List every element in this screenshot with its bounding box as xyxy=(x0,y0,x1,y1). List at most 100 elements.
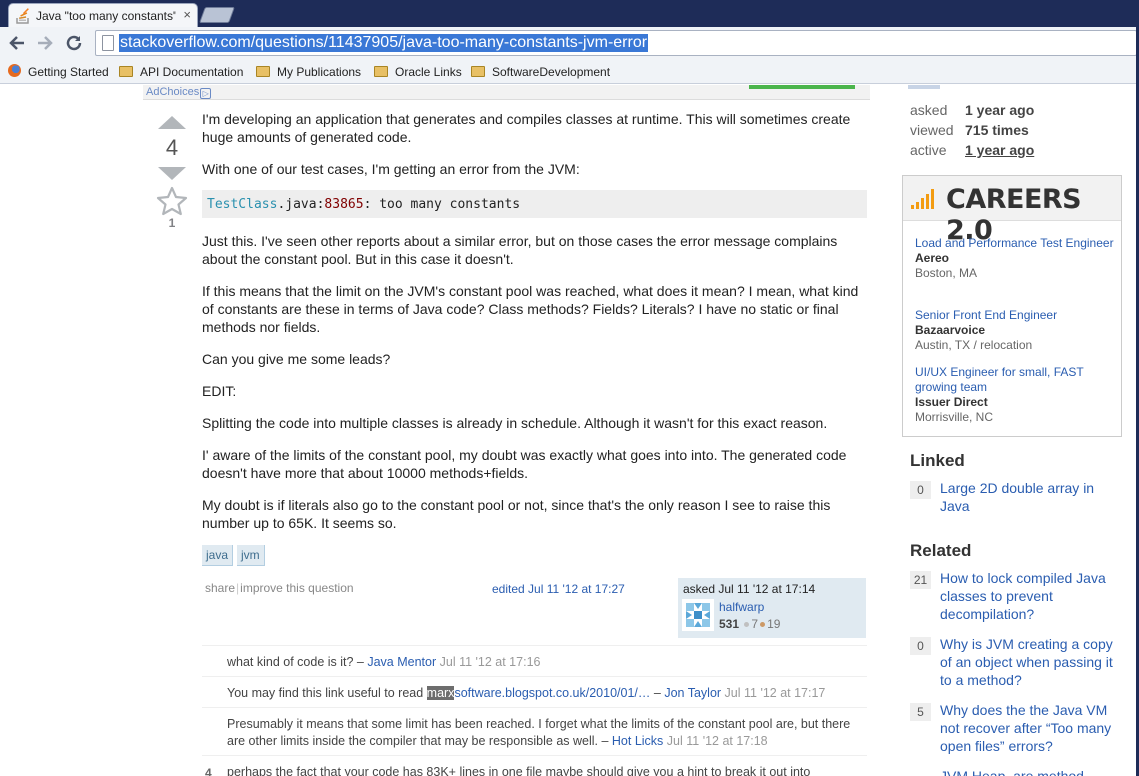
question-score: 0 xyxy=(910,637,931,655)
comment-date[interactable]: Jul 11 '12 at 17:17 xyxy=(725,686,826,700)
bookmark-label: Oracle Links xyxy=(395,65,462,79)
comment-date[interactable]: Jul 11 '12 at 17:18 xyxy=(667,734,768,748)
bookmark-my-publications[interactable]: My Publications xyxy=(256,63,361,81)
edited-link[interactable]: edited Jul 11 '12 at 17:27 xyxy=(492,582,625,596)
comment: Presumably it means that some limit has … xyxy=(202,707,867,755)
job-company: Bazaarvoice xyxy=(915,323,986,337)
comments-list: what kind of code is it? – Java Mentor J… xyxy=(202,645,867,776)
tab-title: Java "too many constants" xyxy=(36,9,176,23)
job-listing[interactable]: Senior Front End Engineer Bazaarvoice Au… xyxy=(915,308,1057,353)
asked-date: asked Jul 11 '12 at 17:14 xyxy=(683,582,816,596)
linked-heading: Linked xyxy=(910,451,965,470)
code-text: .java: xyxy=(277,197,325,212)
careers-header[interactable]: CAREERS 2.0 xyxy=(903,176,1121,246)
code-type: TestClass xyxy=(207,197,278,212)
reputation-score: 531 xyxy=(719,617,740,631)
folder-icon xyxy=(374,66,388,77)
favorite-star-icon[interactable] xyxy=(156,186,188,216)
bookmark-label: SoftwareDevelopment xyxy=(492,65,611,79)
job-listing[interactable]: Load and Performance Test Engineer Aereo… xyxy=(915,236,1114,281)
bookmark-label: My Publications xyxy=(277,65,362,79)
code-text: : too many constants xyxy=(363,197,521,212)
back-arrow-icon[interactable] xyxy=(6,31,28,55)
browser-tab[interactable]: Java "too many constants" × xyxy=(8,3,198,27)
silver-badge-icon xyxy=(744,622,750,627)
bookmark-api-documentation[interactable]: API Documentation xyxy=(119,63,243,81)
stat-value: 1 year ago xyxy=(965,102,1035,118)
job-listing[interactable]: UI/UX Engineer for small, FAST growing t… xyxy=(915,365,1100,425)
job-title[interactable]: UI/UX Engineer for small, FAST growing t… xyxy=(915,365,1100,395)
adchoices-link[interactable]: AdChoices ▷ xyxy=(146,86,212,99)
stat-value: 715 times xyxy=(965,122,1029,138)
owner-name-link[interactable]: halfwarp xyxy=(719,600,764,614)
comment-text: what kind of code is it? – xyxy=(227,655,368,669)
question-link[interactable]: Why is JVM creating a copy of an object … xyxy=(940,635,1115,689)
stat-label: asked xyxy=(910,102,948,118)
job-company: Issuer Direct xyxy=(915,395,988,409)
vote-count: 4 xyxy=(165,135,179,160)
reload-icon[interactable] xyxy=(63,31,85,55)
job-location: Austin, TX / relocation xyxy=(915,338,1033,352)
question-link[interactable]: JVM Heap, are method xyxy=(940,767,1115,776)
bookmark-software-development[interactable]: SoftwareDevelopment xyxy=(471,63,610,81)
address-bar[interactable]: stackoverflow.com/questions/11437905/jav… xyxy=(95,30,1137,56)
question-paragraph: Can you give me some leads? xyxy=(202,351,391,367)
stat-asked: asked 1 year ago xyxy=(910,100,1034,120)
share-link[interactable]: share xyxy=(205,581,235,595)
question-paragraph: Just this. I've seen other reports about… xyxy=(202,233,838,267)
job-title[interactable]: Senior Front End Engineer xyxy=(915,308,1057,323)
url-text[interactable]: stackoverflow.com/questions/11437905/jav… xyxy=(119,34,649,52)
question-link[interactable]: Why does the the Java VM not recover aft… xyxy=(940,701,1115,755)
avatar[interactable] xyxy=(682,599,714,631)
question-paragraph: I'm developing an application that gener… xyxy=(202,111,851,145)
vote-down-icon[interactable] xyxy=(158,167,186,180)
advertisement[interactable]: AdChoices ▷ xyxy=(143,85,870,100)
adchoices-icon: ▷ xyxy=(200,88,212,99)
question-link[interactable]: Large 2D double array in Java xyxy=(940,479,1115,515)
tag-jvm[interactable]: jvm xyxy=(237,545,265,566)
stat-label: viewed xyxy=(910,122,954,138)
stat-active-link[interactable]: 1 year ago xyxy=(965,142,1034,158)
bookmark-label: Getting Started xyxy=(28,65,109,79)
code-block: TestClass.java:83865: too many constants xyxy=(202,190,867,218)
post-menu: share|improve this question xyxy=(205,581,354,595)
tab-strip: Java "too many constants" × xyxy=(0,0,1139,27)
improve-question-link[interactable]: improve this question xyxy=(240,581,353,595)
job-title[interactable]: Load and Performance Test Engineer xyxy=(915,236,1114,251)
silver-badges: 7 xyxy=(742,617,758,631)
comment-user-link[interactable]: Java Mentor xyxy=(367,655,436,669)
vote-up-icon[interactable] xyxy=(158,116,186,129)
comment-date[interactable]: Jul 11 '12 at 17:16 xyxy=(440,655,541,669)
forward-arrow-icon[interactable] xyxy=(34,31,56,55)
comment-text: perhaps the fact that your code has 83K+… xyxy=(227,765,811,776)
owner-reputation: 531 7 19 xyxy=(719,617,780,631)
comment-score: 4 xyxy=(205,766,212,776)
bronze-badges: 19 xyxy=(758,617,780,631)
question-stats: asked 1 year ago viewed 715 times active 1 … xyxy=(910,100,1034,160)
stackoverflow-favicon-icon xyxy=(16,8,29,24)
bronze-badge-icon xyxy=(760,622,766,627)
ad-banner-strip xyxy=(749,85,855,89)
bookmark-oracle-links[interactable]: Oracle Links xyxy=(374,63,462,81)
job-location: Boston, MA xyxy=(915,266,978,280)
comment-user-link[interactable]: Hot Licks xyxy=(612,734,663,748)
tag-list: java jvm xyxy=(202,545,269,566)
bookmark-getting-started[interactable]: Getting Started xyxy=(8,63,109,81)
folder-icon xyxy=(119,66,133,77)
bookmark-label: API Documentation xyxy=(140,65,244,79)
related-heading: Related xyxy=(910,541,972,560)
sidebar-ad-edge xyxy=(908,85,940,89)
tab-close-icon[interactable]: × xyxy=(183,7,191,22)
linked-question[interactable]: 0 Large 2D double array in Java xyxy=(910,479,1110,517)
careers-box: CAREERS 2.0 Load and Performance Test En… xyxy=(902,175,1122,437)
separator: | xyxy=(236,581,240,595)
question-link[interactable]: How to lock compiled Java classes to pre… xyxy=(940,569,1115,623)
code-number: 83865 xyxy=(324,197,364,212)
comment-user-link[interactable]: Jon Taylor xyxy=(664,686,721,700)
stat-active: active 1 year ago xyxy=(910,140,1034,160)
selected-text: marx xyxy=(426,686,455,700)
tag-java[interactable]: java xyxy=(202,545,234,566)
comment-link[interactable]: software.blogspot.co.uk/2010/01/… xyxy=(454,686,650,700)
question-score: 0 xyxy=(910,481,931,499)
new-tab-button[interactable] xyxy=(199,7,235,23)
